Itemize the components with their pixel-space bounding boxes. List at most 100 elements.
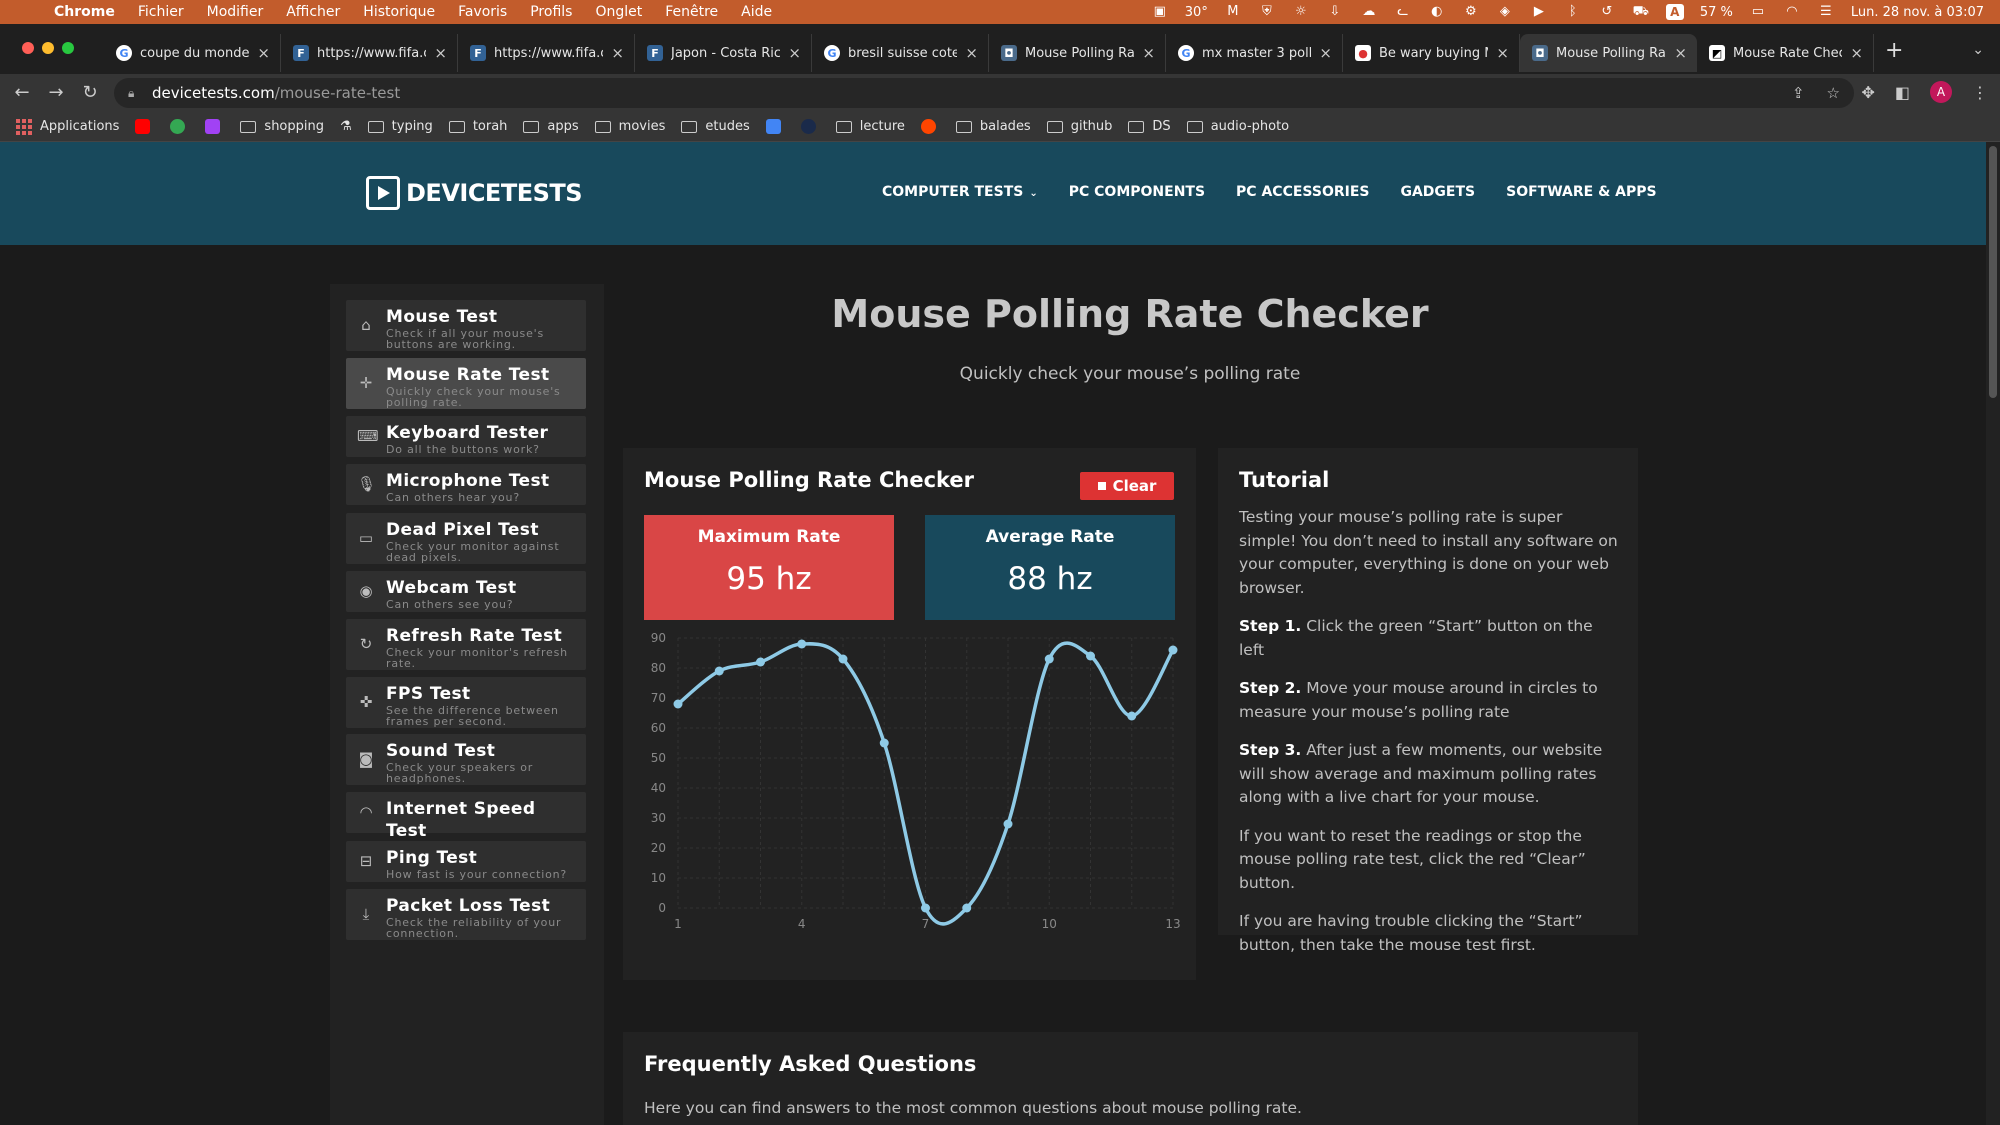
input-source-indicator[interactable]: A	[1665, 4, 1684, 20]
forward-arrow-icon[interactable]: →	[46, 82, 66, 103]
scrollbar-thumb[interactable]	[1989, 146, 1997, 398]
tab-close-icon[interactable]: ×	[788, 44, 801, 62]
browser-tab[interactable]: ◘ Mouse Polling Rate ×	[989, 34, 1166, 72]
tab-close-icon[interactable]: ×	[1142, 44, 1155, 62]
tab-close-icon[interactable]: ×	[434, 44, 447, 62]
reload-icon[interactable]: ↻	[80, 82, 100, 103]
site-logo[interactable]: DEVICETESTS	[366, 176, 583, 210]
window-zoom-button[interactable]	[62, 42, 74, 54]
cloud-icon[interactable]: ☁	[1360, 5, 1378, 19]
tab-close-icon[interactable]: ×	[611, 44, 624, 62]
sidebar-item-sound-test[interactable]: ◙ Sound Test Check your speakers or headph…	[346, 734, 586, 785]
new-tab-button[interactable]: +	[1885, 38, 1903, 63]
brightness-icon[interactable]: ☼	[1292, 5, 1310, 19]
nav-software-apps[interactable]: SOFTWARE & APPS	[1506, 184, 1657, 200]
menu-aide[interactable]: Aide	[741, 4, 772, 20]
window-minimize-button[interactable]	[42, 42, 54, 54]
sidebar-item-internet-speed-test[interactable]: ◠Internet Speed TestHow fast is your int…	[346, 792, 586, 853]
weather-temperature[interactable]: 30°	[1185, 5, 1208, 20]
browser-tab[interactable]: Fhttps://www.fifa.co ×	[281, 34, 458, 72]
back-arrow-icon[interactable]: ←	[12, 82, 32, 103]
play-icon[interactable]: ▶	[1530, 5, 1548, 19]
bookmark-dark[interactable]	[800, 119, 820, 134]
menu-modifier[interactable]: Modifier	[207, 4, 264, 20]
bluetooth-icon[interactable]: ᛒ	[1564, 5, 1582, 19]
tab-close-icon[interactable]: ×	[965, 44, 978, 62]
browser-tab[interactable]: Gmx master 3 pollin ×	[1166, 34, 1343, 72]
bookmark-github[interactable]: github	[1046, 119, 1112, 134]
sidebar-item-refresh-rate-test[interactable]: ↻ Refresh Rate Test Check your monitor's r…	[346, 619, 586, 670]
sidebar-item-mouse-test[interactable]: ⌂ Mouse Test Check if all your mouse's but…	[346, 300, 586, 351]
menu-historique[interactable]: Historique	[363, 4, 435, 20]
tab-close-icon[interactable]: ×	[1496, 44, 1509, 62]
nav-gadgets[interactable]: GADGETS	[1400, 184, 1475, 200]
bookmark-ds[interactable]: DS	[1128, 119, 1171, 134]
menubar-clock[interactable]: Lun. 28 nov. à 03:07	[1851, 5, 1984, 20]
menu-onglet[interactable]: Onglet	[595, 4, 642, 20]
bookmark-flask[interactable]: ⚗	[340, 119, 352, 134]
layers-icon[interactable]: ◈	[1496, 5, 1514, 19]
lock-icon[interactable]: 🔒︎	[128, 86, 140, 101]
battery-percentage[interactable]: 57 %	[1700, 5, 1733, 20]
sidebar-item-dead-pixel-test[interactable]: ▭ Dead Pixel Test Check your monitor again…	[346, 513, 586, 564]
browser-tab[interactable]: ◘ Mouse Polling Rate ×	[1520, 34, 1697, 72]
profile-avatar[interactable]: A	[1930, 81, 1952, 103]
bookmark-shopping[interactable]: shopping	[240, 119, 324, 134]
car-icon[interactable]: ⛟	[1632, 5, 1650, 19]
tab-close-icon[interactable]: ×	[257, 44, 270, 62]
menu-chrome[interactable]: Chrome	[54, 4, 115, 20]
clear-button[interactable]: Clear	[1080, 472, 1174, 500]
bookmark-balades[interactable]: balades	[955, 119, 1031, 134]
bookmark-typing[interactable]: typing	[367, 119, 433, 134]
page-scrollbar[interactable]	[1986, 142, 2000, 1125]
bookmark-audio-photo[interactable]: audio-photo	[1186, 119, 1289, 134]
browser-tab[interactable]: Gcoupe du monde - ×	[104, 34, 281, 72]
bookmark-maps[interactable]	[170, 119, 189, 134]
download-status-icon[interactable]: ⇩	[1326, 5, 1344, 19]
gear-icon[interactable]: ⚙	[1462, 5, 1480, 19]
sidebar-item-mouse-rate-test[interactable]: ✛ Mouse Rate Test Quickly check your mouse…	[346, 358, 586, 409]
malwarebytes-icon[interactable]: M	[1224, 5, 1242, 19]
bookmark-youtube[interactable]	[135, 119, 154, 134]
nav-computer-tests[interactable]: COMPUTER TESTS ⌄	[882, 184, 1038, 200]
browser-tab[interactable]: F Japon - Costa Rica ×	[635, 34, 812, 72]
side-panel-icon[interactable]: ◧	[1895, 83, 1910, 102]
bookmark-apps[interactable]: apps	[523, 119, 579, 134]
window-close-button[interactable]	[22, 42, 34, 54]
browser-tab[interactable]: Gbresil suisse cote - ×	[812, 34, 989, 72]
sidebar-item-microphone-test[interactable]: 🎙︎ Microphone Test Can others hear you?	[346, 464, 586, 505]
nav-pc-accessories[interactable]: PC ACCESSORIES	[1236, 184, 1369, 200]
menu-afficher[interactable]: Afficher	[286, 4, 340, 20]
bookmark-reddit[interactable]	[920, 119, 940, 134]
browser-tab[interactable]: ● Be wary buying MX ×	[1343, 34, 1520, 72]
battery-icon[interactable]: ▭	[1749, 5, 1767, 19]
bookmark-app[interactable]	[205, 119, 224, 134]
sidebar-item-packet-loss-test[interactable]: ⤓ Packet Loss Test Check the reliability o…	[346, 889, 586, 940]
menu-fichier[interactable]: Fichier	[138, 4, 184, 20]
time-machine-icon[interactable]: ↺	[1598, 5, 1616, 19]
address-bar[interactable]: 🔒︎ devicetests.com/mouse-rate-test	[114, 78, 1854, 108]
share-icon[interactable]: ⇪	[1792, 84, 1805, 102]
sidebar-item-fps-test[interactable]: ✜ FPS Test See the difference between fram…	[346, 677, 586, 728]
menu-fenetre[interactable]: Fenêtre	[665, 4, 718, 20]
control-center-icon[interactable]: ☰	[1817, 5, 1835, 19]
bookmark-applications[interactable]: Applications	[16, 118, 119, 135]
tab-search-chevron-icon[interactable]: ⌄	[1972, 42, 1984, 58]
bookmark-etudes[interactable]: etudes	[681, 119, 750, 134]
tab-close-icon[interactable]: ×	[1850, 44, 1863, 62]
bookmark-star-icon[interactable]: ☆	[1827, 84, 1840, 102]
browser-tab[interactable]: Fhttps://www.fifa.co ×	[458, 34, 635, 72]
tab-close-icon[interactable]: ×	[1674, 44, 1687, 62]
extensions-puzzle-icon[interactable]: ✥	[1861, 83, 1874, 102]
menu-profils[interactable]: Profils	[530, 4, 572, 20]
screen-share-icon[interactable]: ▣	[1151, 5, 1169, 19]
bookmark-torah[interactable]: torah	[448, 119, 507, 134]
bookmark-translate[interactable]	[765, 119, 785, 134]
wifi-status-icon[interactable]: ◠	[1783, 5, 1801, 19]
bookmark-lecture[interactable]: lecture	[835, 119, 905, 134]
sidebar-item-ping-test[interactable]: ⊟ Ping Test How fast is your connection?	[346, 841, 586, 882]
sidebar-item-webcam-test[interactable]: ◉ Webcam Test Can others see you?	[346, 571, 586, 612]
sidebar-item-keyboard-tester[interactable]: ⌨ Keyboard Tester Do all the buttons work?	[346, 416, 586, 457]
nav-pc-components[interactable]: PC COMPONENTS	[1069, 184, 1205, 200]
browser-tab[interactable]: ◩ Mouse Rate Check ×	[1697, 34, 1874, 72]
